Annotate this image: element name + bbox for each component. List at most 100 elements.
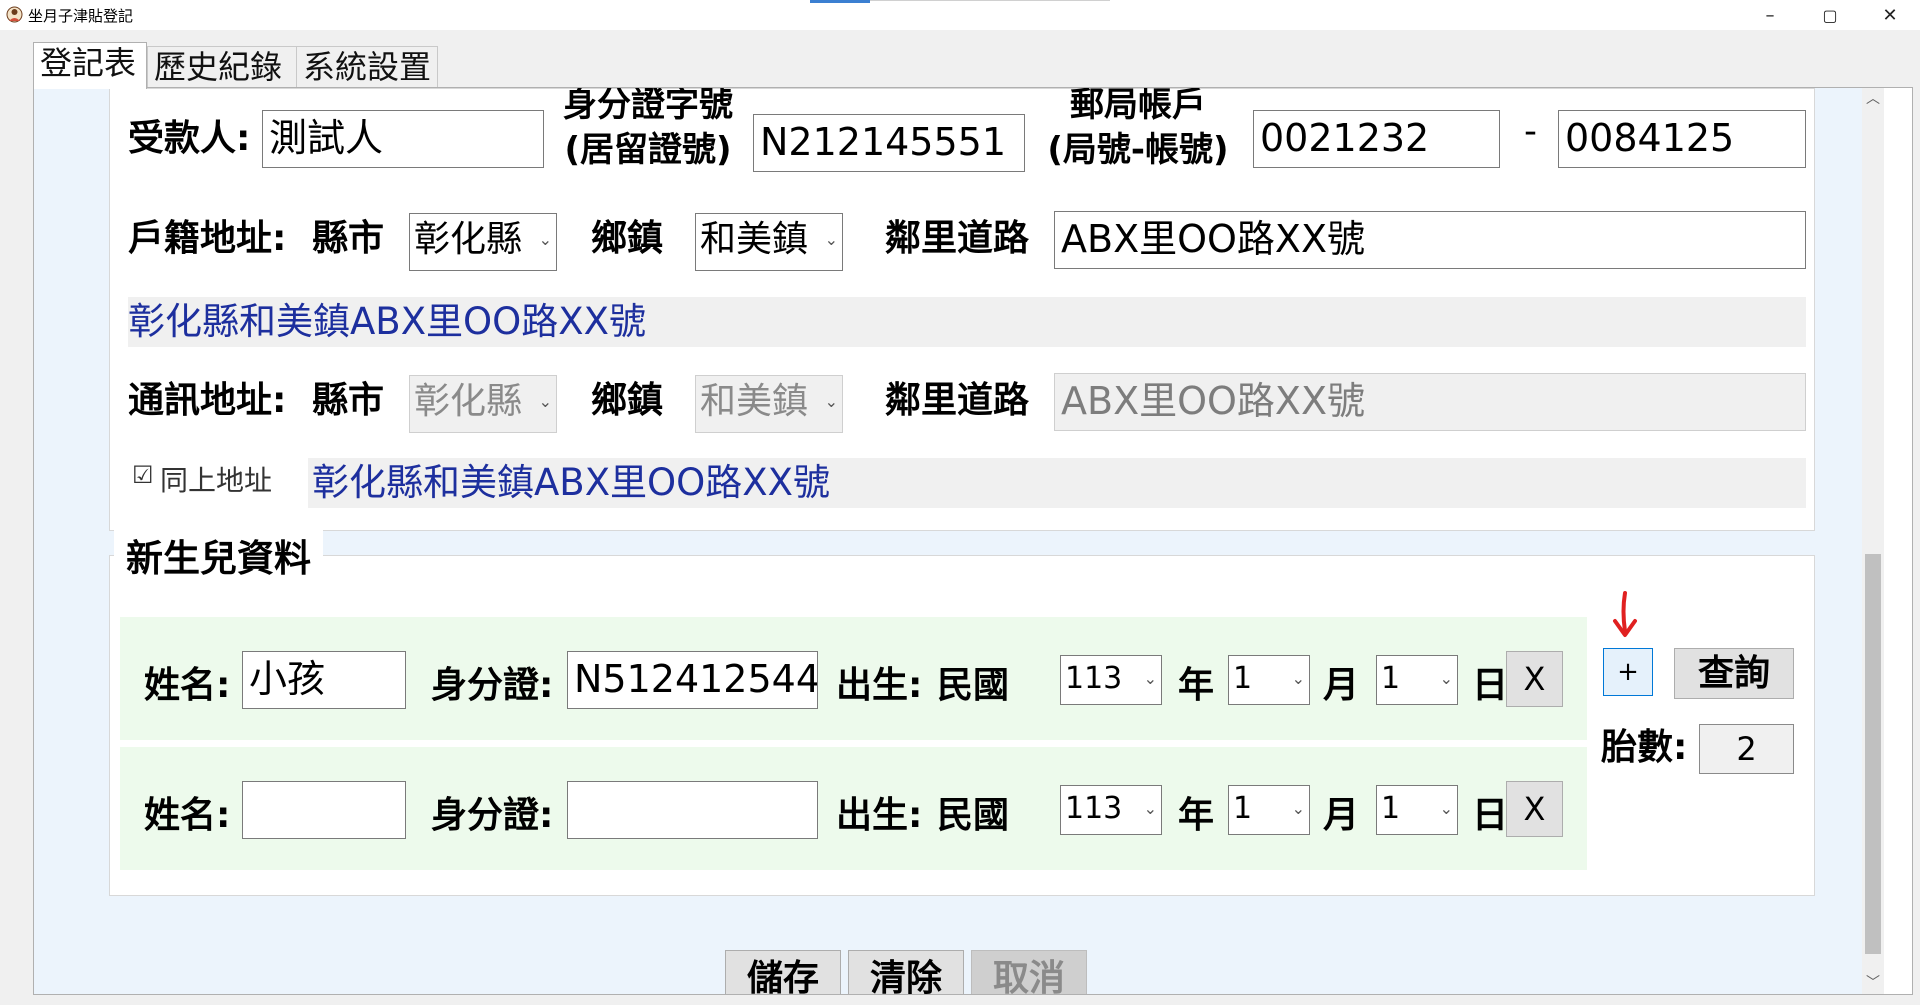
newborn-day-select[interactable]: 1 ⌄	[1376, 655, 1458, 705]
newborn-year-label: 年	[1178, 665, 1215, 706]
mailing-city-label: 縣市	[312, 380, 385, 421]
household-road-label: 鄰里道路	[885, 218, 1030, 259]
payee-panel: 受款人: 測試人 身分證字號 (居留證號) N212145551 郵局帳戶 (局…	[109, 88, 1815, 531]
household-road-input[interactable]: ABX里OO路XX號	[1054, 211, 1806, 269]
newborn-id-label: 身分證:	[431, 795, 554, 836]
household-address-preview: 彰化縣和美鎮ABX里OO路XX號	[128, 297, 1806, 347]
newborn-name-input[interactable]	[242, 781, 406, 839]
query-button[interactable]: 查詢	[1674, 648, 1794, 699]
newborn-group-title: 新生兒資料	[114, 528, 323, 582]
chevron-down-icon: ⌄	[824, 392, 838, 411]
household-city-select[interactable]: 彰化縣 ⌄	[409, 213, 557, 271]
window-title: 坐月子津貼登記	[28, 7, 134, 25]
payee-label: 受款人:	[128, 118, 251, 159]
scrollbar-thumb[interactable]	[1865, 554, 1881, 954]
newborn-era-label: 民國	[937, 665, 1010, 706]
household-town-label: 鄉鎮	[591, 218, 664, 259]
newborn-year-select[interactable]: 113 ⌄	[1060, 785, 1162, 835]
same-address-label[interactable]: 同上地址	[160, 459, 272, 499]
newborn-name-input[interactable]: 小孩	[242, 651, 406, 709]
newborn-month-value: 1	[1233, 661, 1253, 696]
chevron-down-icon: ⌄	[1143, 799, 1157, 818]
scroll-up-arrow-icon[interactable]: ︿	[1862, 88, 1884, 110]
id-number-label-line1: 身分證字號	[563, 88, 733, 125]
tab-registration[interactable]: 登記表	[33, 42, 147, 89]
newborn-id-label: 身分證:	[431, 665, 554, 706]
mailing-town-label: 鄉鎮	[591, 380, 664, 421]
mailing-city-select[interactable]: 彰化縣 ⌄	[409, 375, 557, 433]
newborn-day-select[interactable]: 1 ⌄	[1376, 785, 1458, 835]
births-count-field[interactable]: 2	[1699, 724, 1794, 774]
scroll-content: 受款人: 測試人 身分證字號 (居留證號) N212145551 郵局帳戶 (局…	[34, 88, 1862, 994]
chevron-down-icon: ⌄	[1439, 669, 1453, 688]
remove-newborn-button[interactable]: X	[1506, 781, 1563, 837]
chevron-down-icon: ⌄	[538, 230, 552, 249]
mailing-address-label: 通訊地址:	[128, 380, 287, 421]
id-number-label: 身分證字號 (居留證號)	[556, 88, 740, 173]
mailing-address-preview: 彰化縣和美鎮ABX里OO路XX號	[308, 458, 1806, 508]
tab-history[interactable]: 歷史紀錄	[147, 46, 297, 88]
payee-input[interactable]: 測試人	[262, 110, 544, 168]
mailing-town-select[interactable]: 和美鎮 ⌄	[695, 375, 843, 433]
remove-newborn-button[interactable]: X	[1506, 651, 1563, 707]
same-address-checkbox[interactable]: ☑	[132, 461, 154, 489]
mailing-road-label: 鄰里道路	[885, 380, 1030, 421]
household-city-value: 彰化縣	[414, 219, 523, 260]
newborn-id-input[interactable]: N512412544	[567, 651, 818, 709]
newborn-row: 姓名: 小孩 身分證: N512412544 出生: 民國 113 ⌄ 年 1 …	[120, 617, 1587, 740]
maximize-button[interactable]: ▢	[1800, 0, 1860, 30]
newborn-month-label: 月	[1323, 665, 1360, 706]
household-town-select[interactable]: 和美鎮 ⌄	[695, 213, 843, 271]
newborn-era-label: 民國	[937, 795, 1010, 836]
minimize-button[interactable]: –	[1740, 0, 1800, 30]
newborn-year-value: 113	[1065, 661, 1123, 696]
registration-tab-page: 受款人: 測試人 身分證字號 (居留證號) N212145551 郵局帳戶 (局…	[33, 87, 1913, 995]
vertical-scrollbar[interactable]: ︿ ﹀	[1862, 88, 1884, 994]
newborn-birth-label: 出生:	[836, 795, 923, 836]
payee-id-input[interactable]: N212145551	[753, 114, 1025, 172]
births-count-label: 胎數:	[1601, 727, 1688, 768]
newborn-month-select[interactable]: 1 ⌄	[1228, 785, 1310, 835]
close-button[interactable]: ✕	[1860, 0, 1920, 30]
red-arrow-annotation	[1613, 591, 1637, 637]
post-account-label-line1: 郵局帳戶	[1070, 88, 1206, 125]
newborn-day-label: 日	[1472, 795, 1509, 836]
app-window: 登記表 歷史紀錄 系統設置 受款人: 測試人 身分證字號 (居留證號) N212…	[0, 30, 1920, 1005]
chevron-down-icon: ⌄	[824, 230, 838, 249]
scroll-down-arrow-icon[interactable]: ﹀	[1862, 972, 1884, 994]
post-office-number-input[interactable]: 0021232	[1253, 110, 1500, 168]
chevron-down-icon: ⌄	[1143, 669, 1157, 688]
tab-settings[interactable]: 系統設置	[296, 46, 438, 88]
post-account-number-input[interactable]: 0084125	[1558, 110, 1806, 168]
clear-button[interactable]: 清除	[848, 950, 964, 994]
newborn-year-value: 113	[1065, 791, 1123, 826]
newborn-year-select[interactable]: 113 ⌄	[1060, 655, 1162, 705]
save-button[interactable]: 儲存	[725, 950, 841, 994]
mailing-road-input[interactable]: ABX里OO路XX號	[1054, 373, 1806, 431]
mailing-town-value: 和美鎮	[700, 381, 809, 422]
chevron-down-icon: ⌄	[1291, 669, 1305, 688]
chevron-down-icon: ⌄	[538, 392, 552, 411]
window-title-bar: 坐月子津貼登記 – ▢ ✕	[0, 0, 1920, 30]
newborn-month-value: 1	[1233, 791, 1253, 826]
chevron-down-icon: ⌄	[1439, 799, 1453, 818]
newborn-row: 姓名: 身分證: 出生: 民國 113 ⌄ 年 1 ⌄ 月 1 ⌄ 日 X	[120, 747, 1587, 870]
post-account-label: 郵局帳戶 (局號-帳號)	[1040, 88, 1236, 173]
title-bar-accent	[810, 0, 870, 3]
newborn-year-label: 年	[1178, 795, 1215, 836]
household-town-value: 和美鎮	[700, 219, 809, 260]
cancel-button[interactable]: 取消	[971, 950, 1087, 994]
household-address-label: 戶籍地址:	[128, 218, 287, 259]
newborn-day-value: 1	[1381, 791, 1401, 826]
newborn-name-label: 姓名:	[144, 665, 231, 706]
newborn-name-label: 姓名:	[144, 795, 231, 836]
newborn-birth-label: 出生:	[836, 665, 923, 706]
newborn-id-input[interactable]	[567, 781, 818, 839]
household-city-label: 縣市	[312, 218, 385, 259]
newborn-month-label: 月	[1323, 795, 1360, 836]
newborn-month-select[interactable]: 1 ⌄	[1228, 655, 1310, 705]
add-newborn-button[interactable]: +	[1603, 648, 1653, 696]
chevron-down-icon: ⌄	[1291, 799, 1305, 818]
newborn-day-label: 日	[1472, 665, 1509, 706]
newborn-day-value: 1	[1381, 661, 1401, 696]
